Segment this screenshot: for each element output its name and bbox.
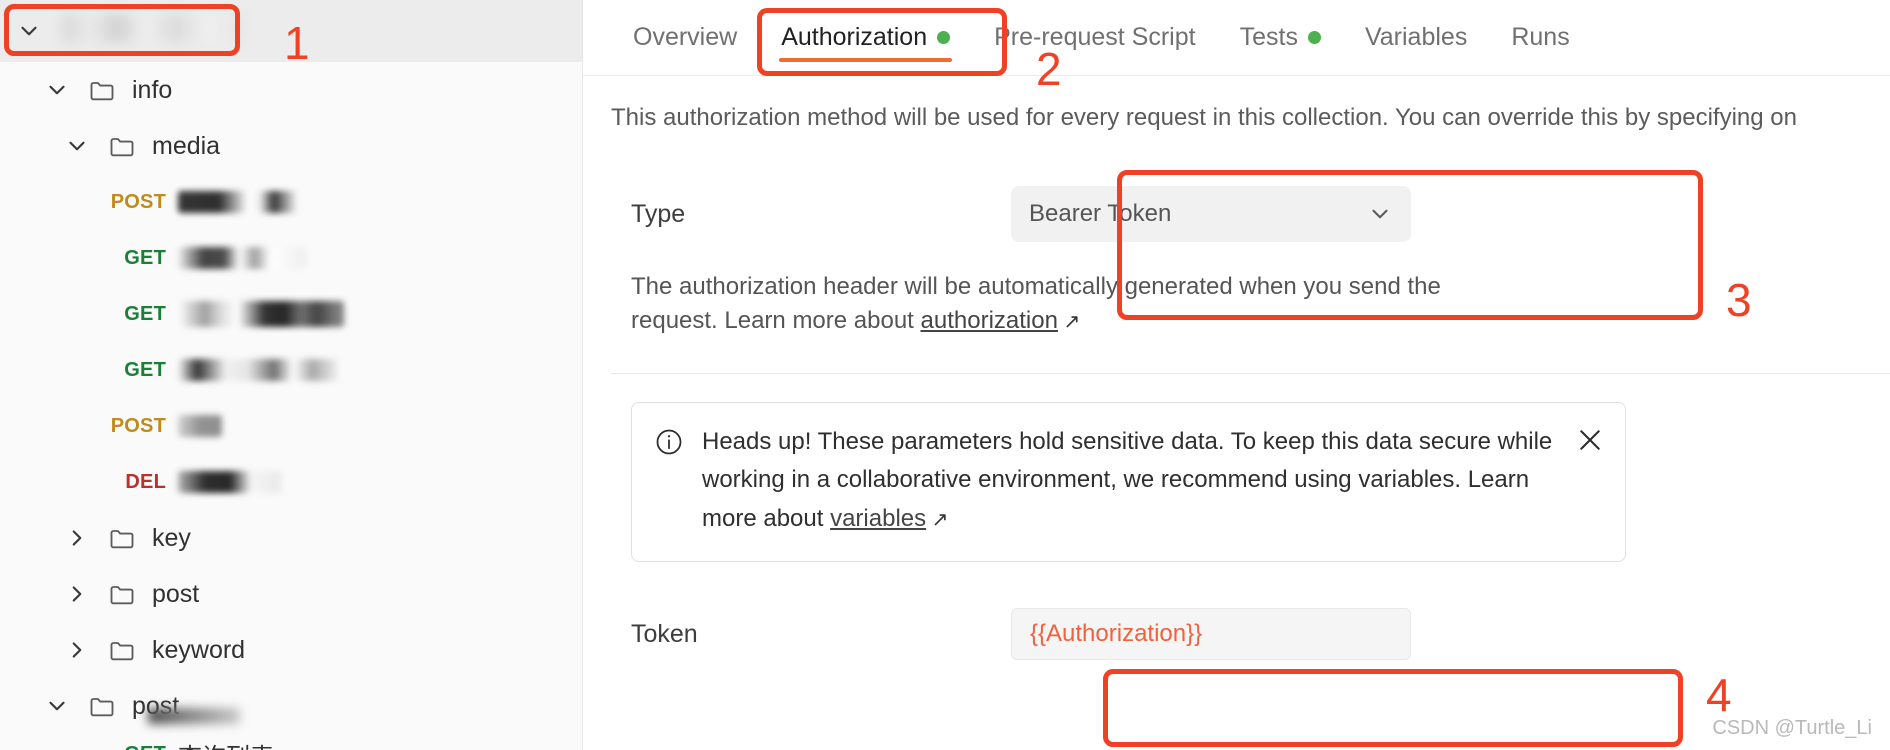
folder-icon — [88, 692, 116, 720]
section-divider — [611, 372, 1890, 374]
type-dropdown-value: Bearer Token — [1029, 200, 1172, 228]
collection-name-redacted — [62, 14, 244, 42]
postman-collection-authorization-screen: info media POST GET GET GET POST DEL key… — [0, 0, 1890, 750]
callout-text-block: Heads up! These parameters hold sensitiv… — [702, 423, 1603, 540]
sidebar-collection-row[interactable] — [0, 0, 582, 62]
tab-label: Variables — [1364, 23, 1468, 51]
watermark: CSDN @Turtle_Li — [1712, 717, 1872, 739]
sidebar-folder-post-expanded[interactable]: post — [0, 678, 582, 734]
tab-label: Pre-request Script — [994, 23, 1196, 51]
sidebar-request-row[interactable]: DEL — [0, 454, 582, 510]
request-name-redacted — [178, 415, 222, 437]
folder-icon — [88, 76, 116, 104]
token-label: Token — [631, 619, 698, 648]
request-name-redacted — [178, 471, 282, 493]
help-line-1: The authorization header will be automat… — [631, 273, 1441, 301]
method-label: POST — [110, 414, 166, 437]
chevron-down-icon[interactable] — [44, 693, 70, 719]
token-input-value: {{Authorization}} — [1030, 620, 1203, 648]
status-dot-icon — [1307, 31, 1321, 44]
auth-type-row: Type Bearer Token — [583, 134, 1890, 243]
folder-label: media — [152, 131, 221, 160]
tab-variables[interactable]: Variables — [1343, 0, 1489, 76]
tab-overview[interactable]: Overview — [611, 0, 759, 76]
request-label: 查询列表 — [178, 737, 274, 750]
tab-label: Tests — [1239, 23, 1298, 51]
sidebar-request-row[interactable]: GET — [0, 342, 582, 398]
external-link-icon: ↗ — [1057, 311, 1081, 334]
chevron-down-icon[interactable] — [1367, 201, 1393, 227]
sidebar-folder-info[interactable]: info — [0, 62, 582, 118]
auth-description: This authorization method will be used f… — [611, 104, 1797, 131]
method-label: GET — [106, 743, 166, 750]
folder-icon — [108, 580, 136, 608]
variables-link[interactable]: variables — [830, 505, 926, 532]
chevron-right-icon[interactable] — [64, 525, 90, 551]
tab-label: Overview — [633, 23, 738, 51]
folder-label-blur-overlay — [148, 708, 240, 724]
folder-label: post — [152, 579, 200, 608]
tab-authorization[interactable]: Authorization — [759, 0, 972, 76]
close-icon[interactable] — [1575, 425, 1605, 455]
chevron-down-icon[interactable] — [16, 18, 42, 44]
folder-icon — [108, 132, 136, 160]
request-name-redacted — [178, 359, 338, 381]
tab-label: Runs — [1511, 23, 1570, 51]
method-label: DEL — [125, 470, 166, 493]
sidebar-request-row[interactable]: GET 查询列表 — [0, 734, 582, 750]
tab-pre-request-script[interactable]: Pre-request Script — [972, 0, 1217, 76]
type-dropdown[interactable]: Bearer Token — [1011, 186, 1411, 243]
request-name-redacted — [178, 301, 344, 327]
collection-tabbar: Overview Authorization Pre-request Scrip… — [583, 0, 1890, 76]
chevron-down-icon[interactable] — [64, 133, 90, 159]
main-panel: Overview Authorization Pre-request Scrip… — [583, 0, 1890, 750]
authorization-link[interactable]: authorization — [921, 307, 1058, 334]
folder-icon — [108, 524, 136, 552]
info-icon — [654, 427, 684, 457]
external-link-icon: ↗ — [926, 509, 949, 532]
method-label: GET — [124, 302, 166, 325]
chevron-down-icon[interactable] — [44, 77, 70, 103]
sidebar-folder-media[interactable]: media — [0, 118, 582, 174]
sidebar-folder-post[interactable]: post — [0, 566, 582, 622]
folder-label: key — [152, 523, 191, 552]
tab-label: Authorization — [781, 23, 928, 51]
sidebar-request-row[interactable]: POST — [0, 174, 582, 230]
sidebar-request-row[interactable]: GET — [0, 286, 582, 342]
help-line-2-prefix: request. Learn more about — [631, 307, 921, 335]
sensitive-data-callout: Heads up! These parameters hold sensitiv… — [631, 401, 1626, 563]
folder-label: info — [132, 75, 173, 104]
sidebar-folder-key[interactable]: key — [0, 510, 582, 566]
folder-label: keyword — [152, 635, 246, 664]
sidebar-folder-keyword[interactable]: keyword — [0, 622, 582, 678]
chevron-right-icon[interactable] — [64, 581, 90, 607]
tab-runs[interactable]: Runs — [1489, 0, 1591, 76]
status-dot-icon — [937, 31, 951, 44]
sidebar-request-row[interactable]: POST — [0, 398, 582, 454]
token-input[interactable]: {{Authorization}} — [1011, 608, 1411, 661]
method-label: GET — [124, 246, 166, 269]
chevron-right-icon[interactable] — [64, 637, 90, 663]
method-label: GET — [124, 358, 166, 381]
collection-sidebar: info media POST GET GET GET POST DEL key… — [0, 0, 583, 750]
tab-tests[interactable]: Tests — [1218, 0, 1343, 76]
folder-icon — [108, 636, 136, 664]
token-row: Token {{Authorization}} — [583, 562, 1890, 661]
sidebar-request-row[interactable]: GET — [0, 230, 582, 286]
request-name-redacted — [178, 191, 298, 213]
method-label: POST — [110, 190, 166, 213]
auth-help-text: The authorization header will be automat… — [583, 242, 1503, 338]
request-name-redacted — [178, 247, 306, 269]
type-label: Type — [631, 199, 686, 228]
